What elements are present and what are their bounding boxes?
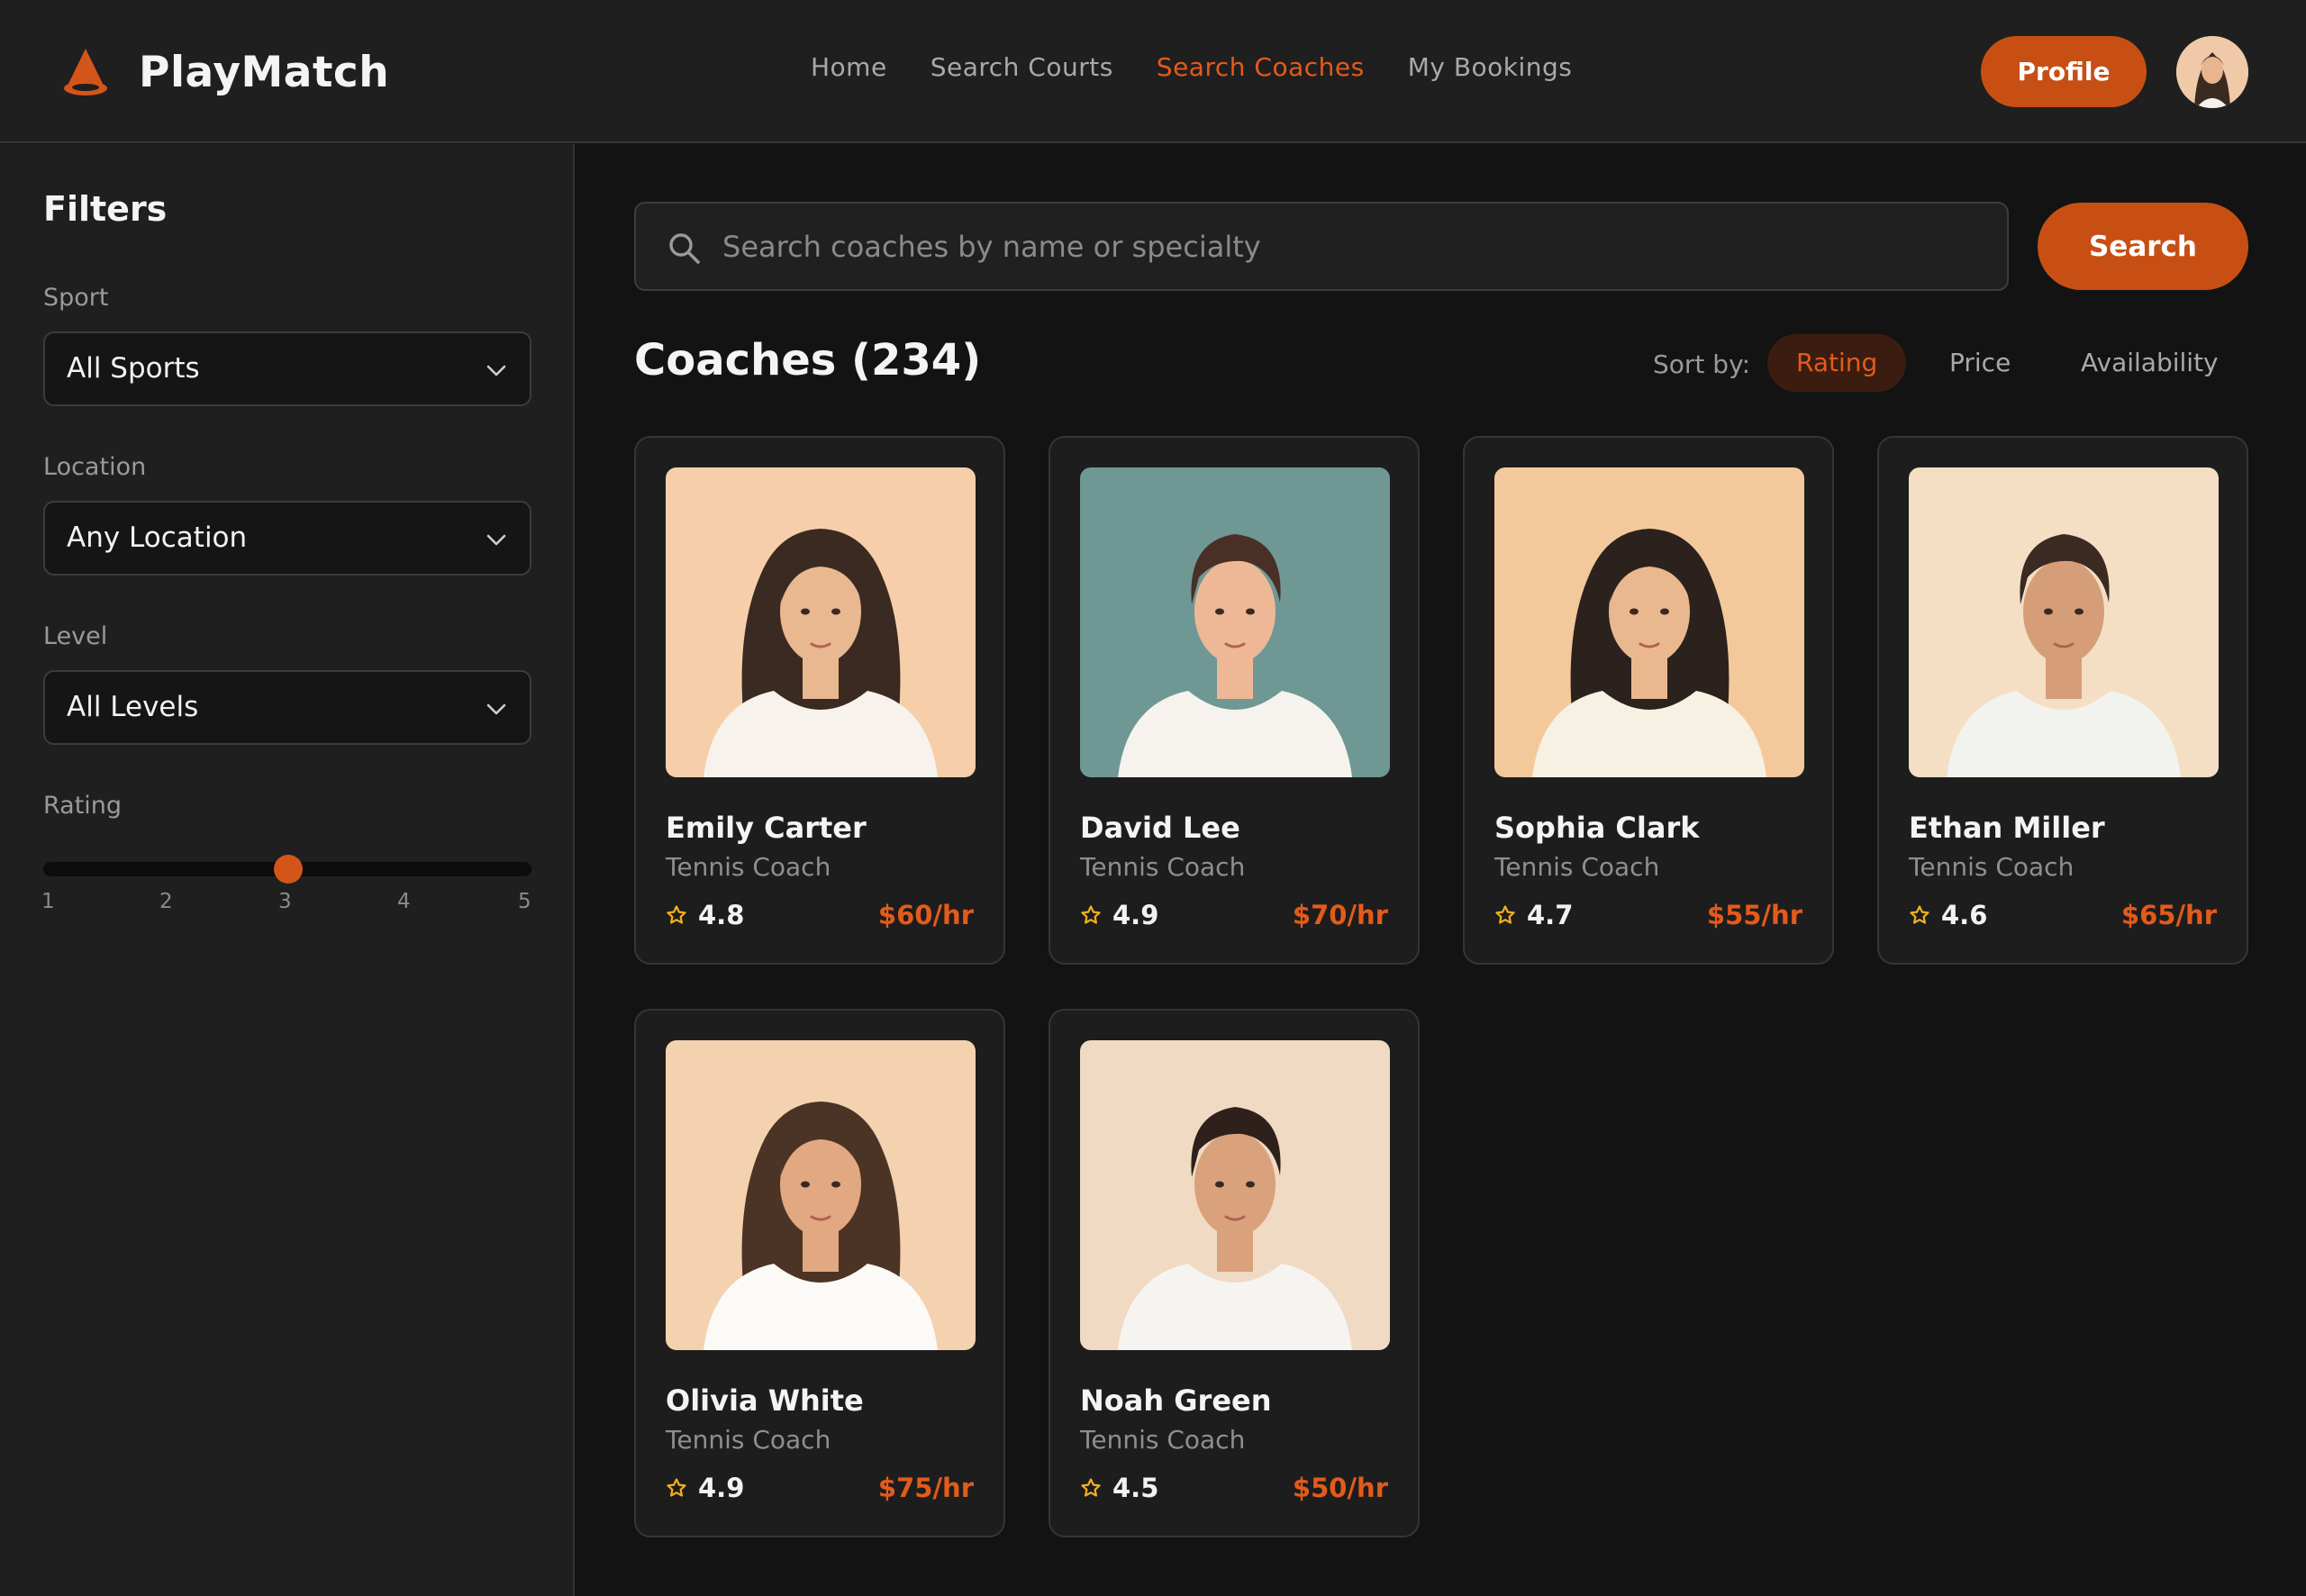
coach-role: Tennis Coach [1080,852,1246,882]
star-icon [1910,905,1929,924]
coach-rating: 4.9 [1080,900,1158,930]
coach-role: Tennis Coach [1494,852,1660,882]
sport-filter-label: Sport [43,284,109,312]
coach-role: Tennis Coach [666,1425,831,1455]
rating-filter-label: Rating [43,792,123,820]
brand[interactable]: PlayMatch [59,45,389,99]
coach-name: Olivia White [666,1383,864,1418]
coach-photo [1909,467,2219,777]
profile-button[interactable]: Profile [1981,36,2147,107]
sport-select-value: All Sports [67,352,200,385]
chevron-down-icon [486,703,506,715]
search-icon [669,233,700,264]
filters-title: Filters [43,189,168,229]
coach-rating-value: 4.8 [698,900,745,930]
sort-option-rating[interactable]: Rating [1767,334,1907,392]
user-avatar-icon [2176,36,2248,108]
coach-name: Noah Green [1080,1383,1272,1418]
coach-portrait-illustration [666,1040,976,1350]
coach-price: $60/hr [877,900,974,930]
rating-tick: 1 [41,890,55,913]
main-nav: Home Search Courts Search Coaches My Boo… [811,52,1572,82]
level-filter-label: Level [43,622,108,650]
coach-portrait-illustration [1080,467,1390,777]
star-icon [667,905,686,924]
coach-name: Emily Carter [666,811,867,845]
coach-photo [666,467,976,777]
chevron-down-icon [486,534,506,546]
coach-rating: 4.9 [666,1473,744,1503]
app-name: PlayMatch [139,47,390,97]
search-box [634,202,2009,291]
coach-role: Tennis Coach [1080,1425,1246,1455]
coach-rating: 4.7 [1494,900,1573,930]
coach-portrait-illustration [1080,1040,1390,1350]
coach-price: $75/hr [877,1473,974,1503]
chevron-down-icon [486,365,506,376]
avatar[interactable] [2176,36,2248,108]
coach-card[interactable]: Ethan Miller Tennis Coach 4.6 $65/hr [1877,436,2248,965]
coach-rating-value: 4.7 [1527,900,1574,930]
nav-search-coaches[interactable]: Search Coaches [1157,52,1365,82]
sport-select[interactable]: All Sports [43,331,531,406]
coach-role: Tennis Coach [666,852,831,882]
coach-card[interactable]: David Lee Tennis Coach 4.9 $70/hr [1049,436,1420,965]
nav-home[interactable]: Home [811,52,887,82]
star-icon [1495,905,1515,924]
coach-price: $65/hr [2120,900,2217,930]
sort-option-availability[interactable]: Availability [2052,334,2247,392]
top-bar: PlayMatch Home Search Courts Search Coac… [0,0,2306,143]
nav-search-courts[interactable]: Search Courts [931,52,1113,82]
rating-slider-thumb[interactable] [274,855,303,884]
nav-my-bookings[interactable]: My Bookings [1408,52,1573,82]
coach-portrait-illustration [666,467,976,777]
search-input[interactable] [722,220,1984,274]
filters-sidebar: Filters Sport All Sports Location Any Lo… [0,144,575,1596]
coach-price: $55/hr [1706,900,1802,930]
coach-card[interactable]: Emily Carter Tennis Coach 4.8 $60/hr [634,436,1005,965]
rating-tick: 4 [397,890,411,913]
coach-card[interactable]: Olivia White Tennis Coach 4.9 $75/hr [634,1009,1005,1537]
coach-rating: 4.8 [666,900,744,930]
coach-rating: 4.6 [1909,900,1987,930]
coach-photo [1080,1040,1390,1350]
coach-photo [1080,467,1390,777]
coach-card[interactable]: Noah Green Tennis Coach 4.5 $50/hr [1049,1009,1420,1537]
search-button[interactable]: Search [2038,203,2248,290]
coach-name: David Lee [1080,811,1240,845]
coach-role: Tennis Coach [1909,852,2074,882]
sort-label: Sort by: [1653,349,1751,379]
location-select-value: Any Location [67,521,248,554]
rating-tick: 2 [159,890,173,913]
rating-tick: 5 [518,890,531,913]
level-select[interactable]: All Levels [43,670,531,745]
coach-rating-value: 4.9 [1112,900,1159,930]
coach-name: Ethan Miller [1909,811,2105,845]
coach-name: Sophia Clark [1494,811,1700,845]
coach-portrait-illustration [1494,467,1804,777]
coach-rating-value: 4.5 [1112,1473,1159,1503]
coach-rating-value: 4.9 [698,1473,745,1503]
coach-photo [1494,467,1804,777]
star-icon [1081,905,1101,924]
coach-card[interactable]: Sophia Clark Tennis Coach 4.7 $55/hr [1463,436,1834,965]
star-icon [667,1478,686,1497]
rating-tick: 3 [278,890,292,913]
coach-rating: 4.5 [1080,1473,1158,1503]
star-icon [1081,1478,1101,1497]
coach-portrait-illustration [1909,467,2219,777]
coach-price: $70/hr [1292,900,1388,930]
location-select[interactable]: Any Location [43,501,531,576]
results-title: Coaches (234) [634,335,982,385]
coach-photo [666,1040,976,1350]
level-select-value: All Levels [67,691,199,723]
coach-rating-value: 4.6 [1941,900,1988,930]
coach-price: $50/hr [1292,1473,1388,1503]
sort-option-price[interactable]: Price [1920,334,2039,392]
location-filter-label: Location [43,453,147,481]
cone-logo-icon [64,49,107,95]
